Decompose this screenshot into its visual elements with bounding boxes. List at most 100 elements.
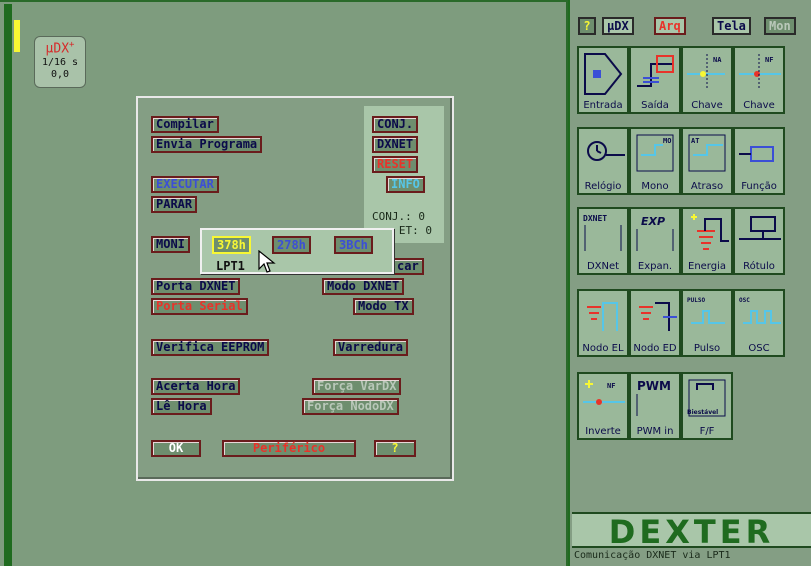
tile-dxnet[interactable]: DXNET DXNet: [577, 207, 629, 275]
forca-nododx-button[interactable]: Força NodoDX: [302, 398, 399, 415]
help-button[interactable]: ?: [374, 440, 416, 457]
tile-chave-na[interactable]: NA Chave: [681, 46, 733, 114]
tile-osc[interactable]: OSC OSC: [733, 289, 785, 357]
toolbar-help-button[interactable]: ?: [578, 17, 596, 35]
tile-label: Chave: [691, 100, 723, 111]
nodo-el-icon: [587, 302, 618, 331]
tile-label: Nodo EL: [582, 343, 624, 354]
tile-mono[interactable]: MO Mono: [629, 127, 681, 195]
varredura-button[interactable]: Varredura: [333, 339, 409, 356]
mo-text: MO: [663, 137, 671, 145]
na-text: NA: [713, 56, 722, 64]
tile-label: Inverte: [585, 426, 621, 437]
ok-button[interactable]: OK: [151, 440, 201, 457]
porta-serial-button[interactable]: Porta Serial: [151, 298, 248, 315]
toolbar-udx-button[interactable]: µDX: [602, 17, 634, 35]
udx-value: 0,0: [50, 69, 70, 80]
dxnet-button[interactable]: DXNET: [372, 136, 419, 153]
parar-button[interactable]: PARAR: [151, 196, 198, 213]
tile-label: Entrada: [583, 100, 623, 111]
acerta-hora-button[interactable]: Acerta Hora: [151, 378, 241, 395]
tile-label: Função: [741, 181, 777, 192]
tile-label: DXNet: [586, 261, 620, 272]
udx-time: 1/16 s: [41, 57, 79, 68]
verifica-eeprom-button[interactable]: Verifica EEPROM: [151, 339, 270, 356]
modo-dxnet-button[interactable]: Modo DXNET: [322, 278, 405, 295]
status-bar: Comunicação DXNET via LPT1: [574, 550, 731, 561]
tile-energia[interactable]: Energia: [681, 207, 733, 275]
envia-programa-button[interactable]: Envia Programa: [151, 136, 263, 153]
udx-plus: +: [69, 40, 75, 50]
tile-label: Expan.: [637, 261, 673, 272]
port-278h-option[interactable]: 278h: [272, 236, 311, 254]
biestavel-text: Biestável: [687, 409, 718, 416]
tile-expansao[interactable]: EXP Expan.: [629, 207, 681, 275]
carregar-button[interactable]: car: [392, 258, 424, 275]
selected-port-label: LPT1: [216, 259, 245, 273]
periferico-button[interactable]: Periférico: [222, 440, 356, 457]
udx-status-box[interactable]: µDX+ 1/16 s 0,0: [34, 36, 86, 88]
exp-text: EXP: [641, 215, 665, 228]
left-scrollbar[interactable]: [4, 4, 12, 566]
tile-pwm-in[interactable]: PWM PWM in: [629, 372, 681, 440]
rotulo-icon: [739, 216, 781, 240]
osc-text: OSC: [739, 297, 750, 304]
at-text: AT: [691, 137, 699, 145]
monitor-button[interactable]: MONI: [151, 236, 190, 253]
tile-atraso[interactable]: AT Atraso: [681, 127, 733, 195]
port-378h-option[interactable]: 378h: [212, 236, 251, 254]
inverte-nf-text: NF: [607, 382, 615, 390]
tile-label: Atraso: [690, 181, 724, 192]
executar-button[interactable]: EXECUTAR: [151, 176, 219, 193]
tile-label: F/F: [699, 426, 715, 437]
toolbar-tela-button[interactable]: Tela: [712, 17, 751, 35]
mono-icon: MO: [636, 134, 674, 172]
tile-nodo-ed[interactable]: Nodo ED: [629, 289, 681, 357]
tile-entrada[interactable]: Entrada: [577, 46, 629, 114]
atraso-icon: AT: [688, 134, 726, 172]
pulso-text: PULSO: [687, 297, 705, 304]
porta-dxnet-button[interactable]: Porta DXNET: [151, 278, 241, 295]
dexter-logo: DEXTER: [572, 512, 811, 550]
compilar-button[interactable]: Compilar: [151, 116, 219, 133]
conj-button[interactable]: CONJ.: [372, 116, 419, 133]
nodo-ed-icon: [639, 302, 677, 331]
info-button[interactable]: INFO: [386, 176, 425, 193]
entrada-icon: [584, 53, 623, 95]
expansao-icon: EXP: [636, 215, 674, 251]
tile-label: Energia: [688, 261, 726, 272]
tile-label: OSC: [748, 343, 770, 354]
conj-count: CONJ.: 0: [372, 210, 425, 223]
toolbar-arq-button[interactable]: Arq: [654, 17, 686, 35]
tile-saida[interactable]: Saída: [629, 46, 681, 114]
tile-flipflop[interactable]: Biestável F/F: [681, 372, 733, 440]
toolbar-mon-button[interactable]: Mon: [764, 17, 796, 35]
tile-funcao[interactable]: Função: [733, 127, 785, 195]
le-hora-button[interactable]: Lê Hora: [151, 398, 212, 415]
nf-text: NF: [765, 56, 773, 64]
chave-nf-icon: NF: [739, 54, 781, 90]
tile-inverte[interactable]: NF Inverte: [577, 372, 629, 440]
tile-chave-nf[interactable]: NF Chave: [733, 46, 785, 114]
tile-relogio[interactable]: Relógio: [577, 127, 629, 195]
reset-button[interactable]: RESET: [372, 156, 419, 173]
mouse-pointer-icon: [258, 250, 276, 273]
energia-icon: [691, 214, 729, 250]
modo-tx-button[interactable]: Modo TX: [353, 298, 414, 315]
chave-na-icon: NA: [687, 54, 725, 90]
tile-pulso[interactable]: PULSO Pulso: [681, 289, 733, 357]
tile-nodo-el[interactable]: Nodo EL: [577, 289, 629, 357]
tile-label: Pulso: [693, 343, 721, 354]
forca-vardx-button[interactable]: Força VarDX: [312, 378, 402, 395]
tile-label: Relógio: [584, 181, 622, 192]
pwm-icon: PWM: [636, 379, 671, 416]
pwm-text: PWM: [637, 379, 671, 393]
port-3bch-option[interactable]: 3BCh: [334, 236, 373, 254]
tile-label: PWM in: [636, 426, 674, 437]
tile-label: Nodo ED: [633, 343, 677, 354]
pulso-icon: PULSO: [687, 297, 725, 324]
dxnet-text: DXNET: [583, 214, 607, 223]
tile-rotulo[interactable]: Rótulo: [733, 207, 785, 275]
relogio-icon: [587, 141, 625, 161]
tile-label: Chave: [743, 100, 775, 111]
